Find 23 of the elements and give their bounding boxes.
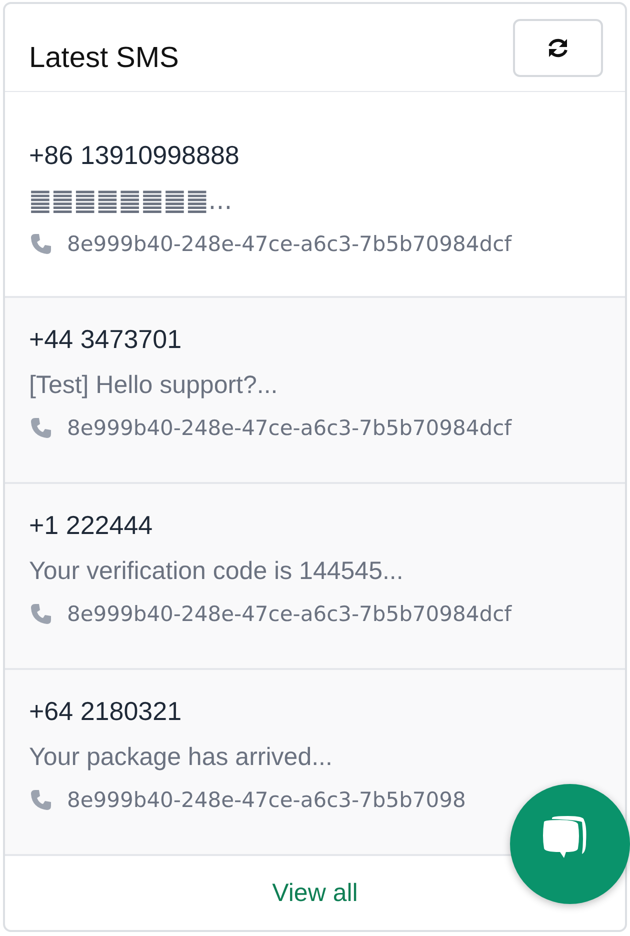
device-id: 8e999b40-248e-47ce-a6c3-7b5b7098 <box>67 788 466 812</box>
message-preview: Your package has arrived... <box>29 742 334 773</box>
refresh-button[interactable] <box>513 18 603 76</box>
card-title: Latest SMS <box>29 42 179 75</box>
device-id: 8e999b40-248e-47ce-a6c3-7b5b70984dcf <box>67 232 512 256</box>
message-row[interactable]: +1 222444 Your verification code is 144545... 8e999b40-248e-47ce-a6c3-7b5b70984dcf <box>5 484 625 670</box>
view-all-link[interactable]: View all <box>272 878 358 908</box>
message-preview: [Test] Hello support?... <box>29 370 279 401</box>
phone-number: +64 2180321 <box>29 695 183 728</box>
device-id: 8e999b40-248e-47ce-a6c3-7b5b70984dcf <box>67 602 512 626</box>
phone-icon <box>29 788 53 812</box>
phone-icon <box>29 416 53 440</box>
message-row[interactable]: +44 3473701 [Test] Hello support?... 8e999b40-248e-47ce-a6c3-7b5b70984dcf <box>5 298 625 484</box>
device-id: 8e999b40-248e-47ce-a6c3-7b5b70984dcf <box>67 416 512 440</box>
phone-number: +1 222444 <box>29 509 154 542</box>
message-row[interactable]: +64 2180321 Your package has arrived... 8e999b40-248e-47ce-a6c3-7b5b7098 <box>5 670 625 856</box>
message-preview: Your verification code is 144545... <box>29 556 404 587</box>
phone-icon <box>29 232 53 256</box>
phone-icon <box>29 602 53 626</box>
phone-number: +86 13910998888 <box>29 139 240 172</box>
message-preview: ䷀䷀䷀䷀䷀䷀䷀䷀... <box>29 185 234 217</box>
phone-number: +44 3473701 <box>29 323 183 356</box>
refresh-icon <box>546 36 570 58</box>
